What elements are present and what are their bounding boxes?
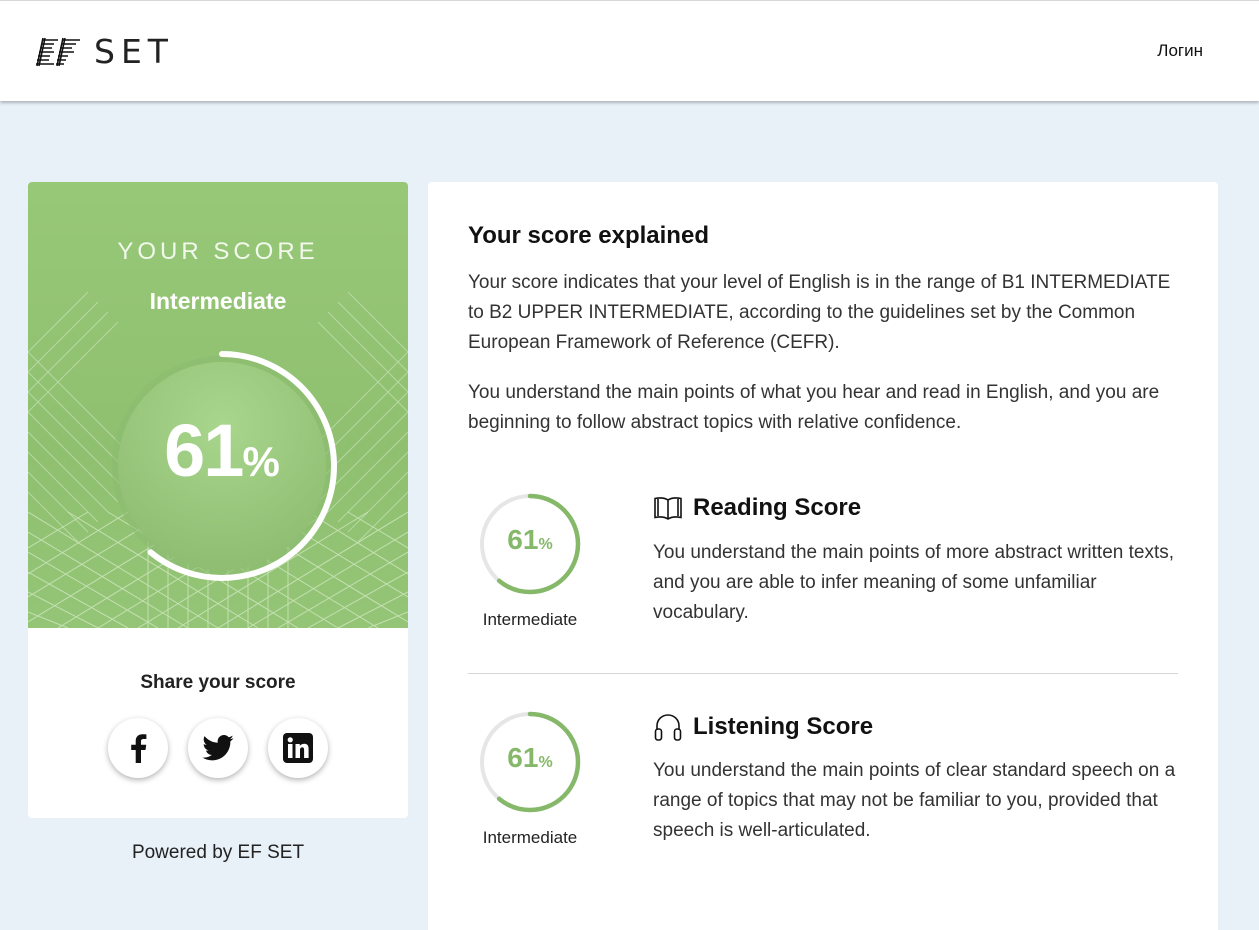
facebook-icon — [131, 734, 147, 763]
score-panel: YOUR SCORE Intermediate 61% — [28, 182, 408, 628]
login-link[interactable]: Логин — [1157, 41, 1203, 61]
explanation-paragraph-2: You understand the main points of what y… — [468, 382, 1160, 433]
overall-score-value: 61% — [102, 408, 342, 493]
linkedin-icon — [283, 733, 313, 763]
top-header: SET Логин — [0, 0, 1259, 101]
ef-logo-mark — [36, 37, 80, 67]
reading-description: You understand the main points of more a… — [653, 542, 1175, 623]
share-title: Share your score — [140, 672, 296, 693]
ef-set-logo[interactable]: SET — [34, 35, 174, 69]
your-score-heading: YOUR SCORE — [117, 238, 319, 265]
listening-title: Listening Score — [693, 713, 874, 740]
overall-level: Intermediate — [149, 288, 287, 314]
reading-score-number: 61 — [507, 524, 539, 555]
linkedin-share-button[interactable] — [268, 718, 328, 778]
headphones-icon — [654, 714, 682, 741]
reading-heading: Reading Score — [653, 494, 861, 522]
reading-level: Intermediate — [482, 610, 578, 629]
social-share-row — [108, 718, 328, 778]
book-icon — [654, 497, 682, 520]
score-explanation-card: Your score explained Your score indicate… — [428, 182, 1218, 930]
score-card: YOUR SCORE Intermediate 61% Share your s… — [28, 182, 408, 818]
listening-score-value: 61% — [478, 742, 582, 774]
explanation-title: Your score explained — [468, 222, 709, 249]
twitter-icon — [202, 735, 234, 761]
listening-level: Intermediate — [482, 828, 578, 847]
overall-score-number: 61 — [164, 409, 244, 492]
facebook-share-button[interactable] — [108, 718, 168, 778]
reading-score-unit: % — [538, 536, 553, 553]
listening-heading: Listening Score — [653, 712, 873, 742]
reading-score-value: 61% — [478, 524, 582, 556]
twitter-share-button[interactable] — [188, 718, 248, 778]
listening-score-unit: % — [538, 754, 553, 771]
logo-set-text: SET — [94, 32, 174, 71]
reading-title: Reading Score — [693, 494, 862, 521]
explanation-paragraph-1: Your score indicates that your level of … — [468, 272, 1171, 353]
listening-score-number: 61 — [507, 742, 539, 773]
listening-description: You understand the main points of clear … — [653, 760, 1176, 841]
section-divider — [468, 673, 1178, 674]
overall-score-unit: % — [242, 438, 280, 485]
powered-by-text: Powered by EF SET — [131, 842, 305, 863]
